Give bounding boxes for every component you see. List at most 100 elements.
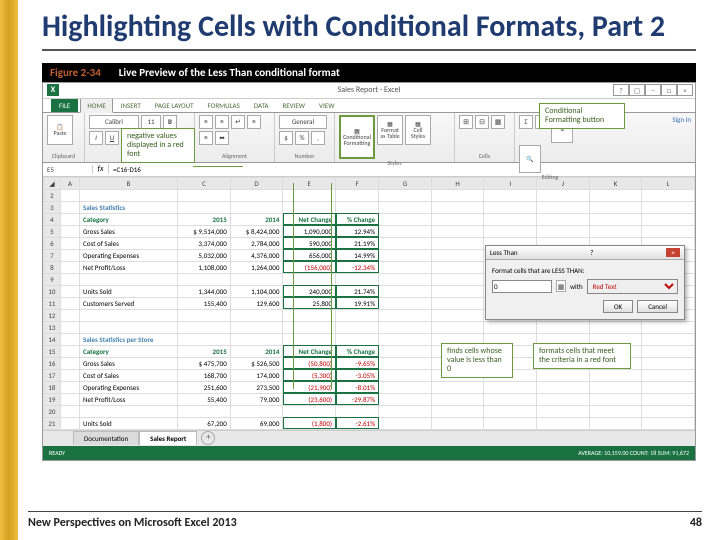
cell[interactable]: 1,090,000 bbox=[283, 225, 336, 237]
cell[interactable] bbox=[537, 417, 590, 429]
cell[interactable]: (5,300) bbox=[283, 369, 336, 381]
cell[interactable] bbox=[431, 201, 484, 213]
col-header[interactable]: F bbox=[336, 177, 379, 189]
cell[interactable] bbox=[431, 393, 484, 405]
cell[interactable] bbox=[431, 297, 484, 309]
col-header[interactable]: C bbox=[178, 177, 231, 189]
tab-view[interactable]: VIEW bbox=[313, 99, 340, 112]
help-icon[interactable]: ? bbox=[590, 248, 593, 257]
row-header[interactable]: 13 bbox=[44, 321, 61, 333]
comma-icon[interactable]: , bbox=[311, 131, 325, 145]
cell[interactable] bbox=[537, 393, 590, 405]
cell[interactable] bbox=[178, 189, 231, 201]
cell[interactable]: -8.01% bbox=[336, 381, 379, 393]
cell[interactable]: (1,800) bbox=[283, 417, 336, 429]
cell[interactable]: 2,784,000 bbox=[230, 237, 283, 249]
cell[interactable]: % Change bbox=[336, 213, 379, 225]
cell[interactable]: 1,264,000 bbox=[230, 261, 283, 273]
paste-button[interactable]: 📋Paste bbox=[47, 115, 73, 145]
cell[interactable] bbox=[589, 369, 642, 381]
cell[interactable]: 69,000 bbox=[230, 417, 283, 429]
close-icon[interactable]: × bbox=[666, 248, 680, 257]
col-header[interactable]: K bbox=[589, 177, 642, 189]
cell[interactable] bbox=[60, 285, 79, 297]
cell[interactable]: Net Profit/Loss bbox=[80, 393, 178, 405]
autosum-icon[interactable]: Σ bbox=[519, 115, 533, 129]
cell[interactable]: Category bbox=[80, 345, 178, 357]
row-header[interactable]: 21 bbox=[44, 417, 61, 429]
cell[interactable] bbox=[589, 213, 642, 225]
cell[interactable] bbox=[60, 309, 79, 321]
tab-formulas[interactable]: FORMULAS bbox=[202, 99, 246, 112]
cell[interactable] bbox=[484, 321, 537, 333]
cell[interactable]: 25,800 bbox=[283, 297, 336, 309]
cell[interactable]: 1,104,000 bbox=[230, 285, 283, 297]
cell[interactable] bbox=[379, 321, 432, 333]
cell[interactable] bbox=[642, 333, 695, 345]
cell[interactable] bbox=[178, 405, 231, 417]
cell[interactable]: Operating Expenses bbox=[80, 249, 178, 261]
row-header[interactable]: 11 bbox=[44, 297, 61, 309]
align-mid-icon[interactable]: ≡ bbox=[215, 115, 229, 129]
cell[interactable] bbox=[336, 333, 379, 345]
row-header[interactable]: 15 bbox=[44, 345, 61, 357]
cell[interactable] bbox=[379, 381, 432, 393]
row-header[interactable]: 2 bbox=[44, 189, 61, 201]
cell[interactable] bbox=[642, 201, 695, 213]
cell[interactable] bbox=[336, 201, 379, 213]
cell[interactable] bbox=[336, 405, 379, 417]
cell[interactable] bbox=[60, 273, 79, 285]
cell[interactable] bbox=[431, 381, 484, 393]
cell[interactable]: 14.99% bbox=[336, 249, 379, 261]
cell[interactable] bbox=[178, 309, 231, 321]
cell[interactable] bbox=[379, 333, 432, 345]
cell[interactable] bbox=[230, 189, 283, 201]
tab-file[interactable]: FILE bbox=[51, 99, 78, 112]
cell[interactable] bbox=[379, 225, 432, 237]
row-header[interactable]: 16 bbox=[44, 357, 61, 369]
bold-button[interactable]: B bbox=[163, 115, 177, 129]
cell[interactable] bbox=[60, 369, 79, 381]
cell[interactable]: 1,108,000 bbox=[178, 261, 231, 273]
format-button[interactable]: ▦ bbox=[491, 115, 505, 129]
delete-button[interactable]: ⊟ bbox=[475, 115, 489, 129]
cell[interactable] bbox=[60, 417, 79, 429]
cell[interactable]: (156,000) bbox=[283, 261, 336, 273]
cell[interactable]: 656,000 bbox=[283, 249, 336, 261]
cell[interactable] bbox=[60, 333, 79, 345]
cell[interactable]: 251,600 bbox=[178, 381, 231, 393]
cell[interactable] bbox=[379, 285, 432, 297]
cell[interactable]: Units Sold bbox=[80, 285, 178, 297]
cell[interactable]: (23,600) bbox=[283, 393, 336, 405]
cell[interactable]: Units Sold bbox=[80, 417, 178, 429]
cell[interactable] bbox=[642, 189, 695, 201]
tab-data[interactable]: DATA bbox=[248, 99, 275, 112]
cell[interactable]: -29.87% bbox=[336, 393, 379, 405]
cell[interactable] bbox=[431, 237, 484, 249]
percent-icon[interactable]: % bbox=[295, 131, 309, 145]
cell[interactable] bbox=[589, 189, 642, 201]
cell[interactable] bbox=[283, 333, 336, 345]
cell[interactable] bbox=[379, 249, 432, 261]
cell[interactable] bbox=[642, 381, 695, 393]
row-header[interactable]: 8 bbox=[44, 261, 61, 273]
cell[interactable] bbox=[642, 393, 695, 405]
cell[interactable] bbox=[589, 405, 642, 417]
cell[interactable]: 55,400 bbox=[178, 393, 231, 405]
cell[interactable] bbox=[80, 321, 178, 333]
cell[interactable]: 21.74% bbox=[336, 285, 379, 297]
cell[interactable]: % Change bbox=[336, 345, 379, 357]
cell[interactable]: (50,800) bbox=[283, 357, 336, 369]
cell[interactable] bbox=[484, 417, 537, 429]
tab-review[interactable]: REVIEW bbox=[276, 99, 311, 112]
formula-value[interactable]: =C16-D16 bbox=[109, 165, 145, 174]
sheet-tab-sales-report[interactable]: Sales Report bbox=[139, 431, 197, 445]
cell[interactable] bbox=[230, 201, 283, 213]
help-icon[interactable]: ? bbox=[613, 84, 629, 96]
cell[interactable] bbox=[431, 249, 484, 261]
tab-page-layout[interactable]: PAGE LAYOUT bbox=[149, 99, 200, 112]
cell[interactable]: Operating Expenses bbox=[80, 381, 178, 393]
select-all[interactable]: ◢ bbox=[44, 177, 61, 189]
cell[interactable]: 19.91% bbox=[336, 297, 379, 309]
cell[interactable] bbox=[642, 321, 695, 333]
